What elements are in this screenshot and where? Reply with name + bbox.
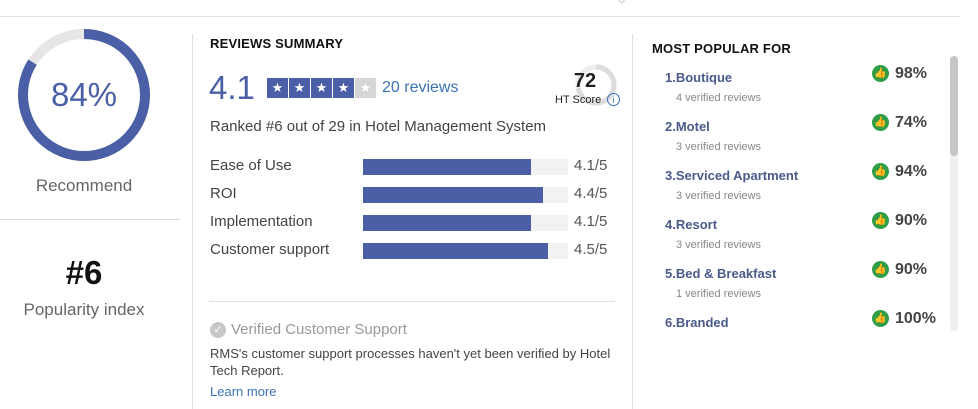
popular-percent: 74% [895,114,928,131]
rating-bar-fill [363,159,532,175]
property-type-name: 1.Boutique [665,70,733,85]
learn-more-link[interactable]: Learn more [210,384,276,399]
list-item: 1.Boutique 4 verified reviews 👍 98% [665,64,945,113]
rating-value: 4.4/5 [574,185,608,202]
rating-label: Ease of Use [210,157,292,174]
section-divider [209,301,615,302]
scrollbar-thumb[interactable] [950,56,958,156]
ht-score-label: HT Score [555,94,602,106]
ranking-text: Ranked #6 out of 29 in Hotel Management … [210,118,547,135]
verified-reviews-count: 1 verified reviews [676,288,761,300]
rating-value: 4.5/5 [574,241,608,258]
rating-value: 4.1/5 [574,213,608,230]
most-popular-title: MOST POPULAR FOR [652,41,791,56]
recommend-percent: 84% [50,76,118,113]
recommend-label: Recommend [35,176,133,195]
rating-label: Customer support [210,241,330,258]
property-type-name: 3.Serviced Apartment [665,168,799,183]
list-item: 3.Serviced Apartment 3 verified reviews 👍 9… [665,162,945,211]
verified-reviews-count: 4 verified reviews [676,92,761,104]
rating-row: Implementation 4.1/5 [210,213,630,241]
rating-row: Ease of Use 4.1/5 [210,157,630,185]
verified-support-row: ✓ Verified Customer Support [210,321,407,338]
popularity-label: Popularity index [23,300,145,319]
check-circle-icon: ✓ [210,321,226,338]
rating-bar [363,215,568,231]
rating-bar-fill [363,243,548,259]
star-icon: ★ [333,78,354,98]
category-ratings: Ease of Use 4.1/5 ROI 4.4/5 Implementation 4.… [210,157,630,269]
rating-bar [363,187,568,203]
star-icon: ★ [355,78,376,98]
list-item: 6.Branded 👍 100% [665,309,945,358]
rating-row: ROI 4.4/5 [210,185,630,213]
verified-support-description: RMS's customer support processes haven't… [210,346,611,378]
most-popular-list: 1.Boutique 4 verified reviews 👍 98% 2.Motel 3… [665,64,945,358]
rating-row: Customer support 4.5/5 [210,241,630,269]
list-item: 4.Resort 3 verified reviews 👍 90% [665,211,945,260]
popularity-rank: #6 [65,254,103,291]
list-item: 2.Motel 3 verified reviews 👍 74% [665,113,945,162]
thumbs-up-icon: 👍 [872,310,889,327]
ht-score-value: 72 [573,70,597,92]
column-divider [192,34,193,409]
star-icon: ★ [311,78,332,98]
thumbs-up-icon: 👍 [872,114,889,131]
verified-reviews-count: 3 verified reviews [676,190,761,202]
column-divider [632,34,633,409]
left-divider [0,219,180,220]
rating-bar [363,243,568,259]
list-item: 5.Bed & Breakfast 1 verified reviews 👍 90% [665,260,945,309]
reviews-summary-title: REVIEWS SUMMARY [210,36,344,51]
thumbs-up-icon: 👍 [872,65,889,82]
star-rating: ★ ★ ★ ★ ★ [267,78,377,98]
info-icon[interactable]: i [607,93,620,106]
verified-reviews-count: 3 verified reviews [676,239,761,251]
rating-bar-fill [363,187,544,203]
thumbs-up-icon: 👍 [872,163,889,180]
popular-percent: 90% [895,261,928,278]
rating-bar [363,159,568,175]
popular-percent: 98% [895,65,928,82]
popular-percent: 90% [895,212,928,229]
star-icon: ★ [289,78,310,98]
property-type-name: 2.Motel [665,119,710,134]
star-icon: ★ [267,78,288,98]
rating-label: ROI [210,185,237,202]
chevron-down-icon [617,0,629,4]
property-type-name: 5.Bed & Breakfast [665,266,777,281]
average-score: 4.1 [209,69,255,106]
thumbs-up-icon: 👍 [872,261,889,278]
top-divider [0,16,960,17]
rating-value: 4.1/5 [574,157,608,174]
rating-label: Implementation [210,213,313,230]
property-type-name: 6.Branded [665,315,729,330]
verified-support-title: Verified Customer Support [231,321,407,338]
thumbs-up-icon: 👍 [872,212,889,229]
popular-percent: 100% [895,310,936,327]
verified-reviews-count: 3 verified reviews [676,141,761,153]
rating-bar-fill [363,215,532,231]
popular-percent: 94% [895,163,928,180]
property-type-name: 4.Resort [665,217,718,232]
reviews-link[interactable]: 20 reviews [382,79,458,97]
